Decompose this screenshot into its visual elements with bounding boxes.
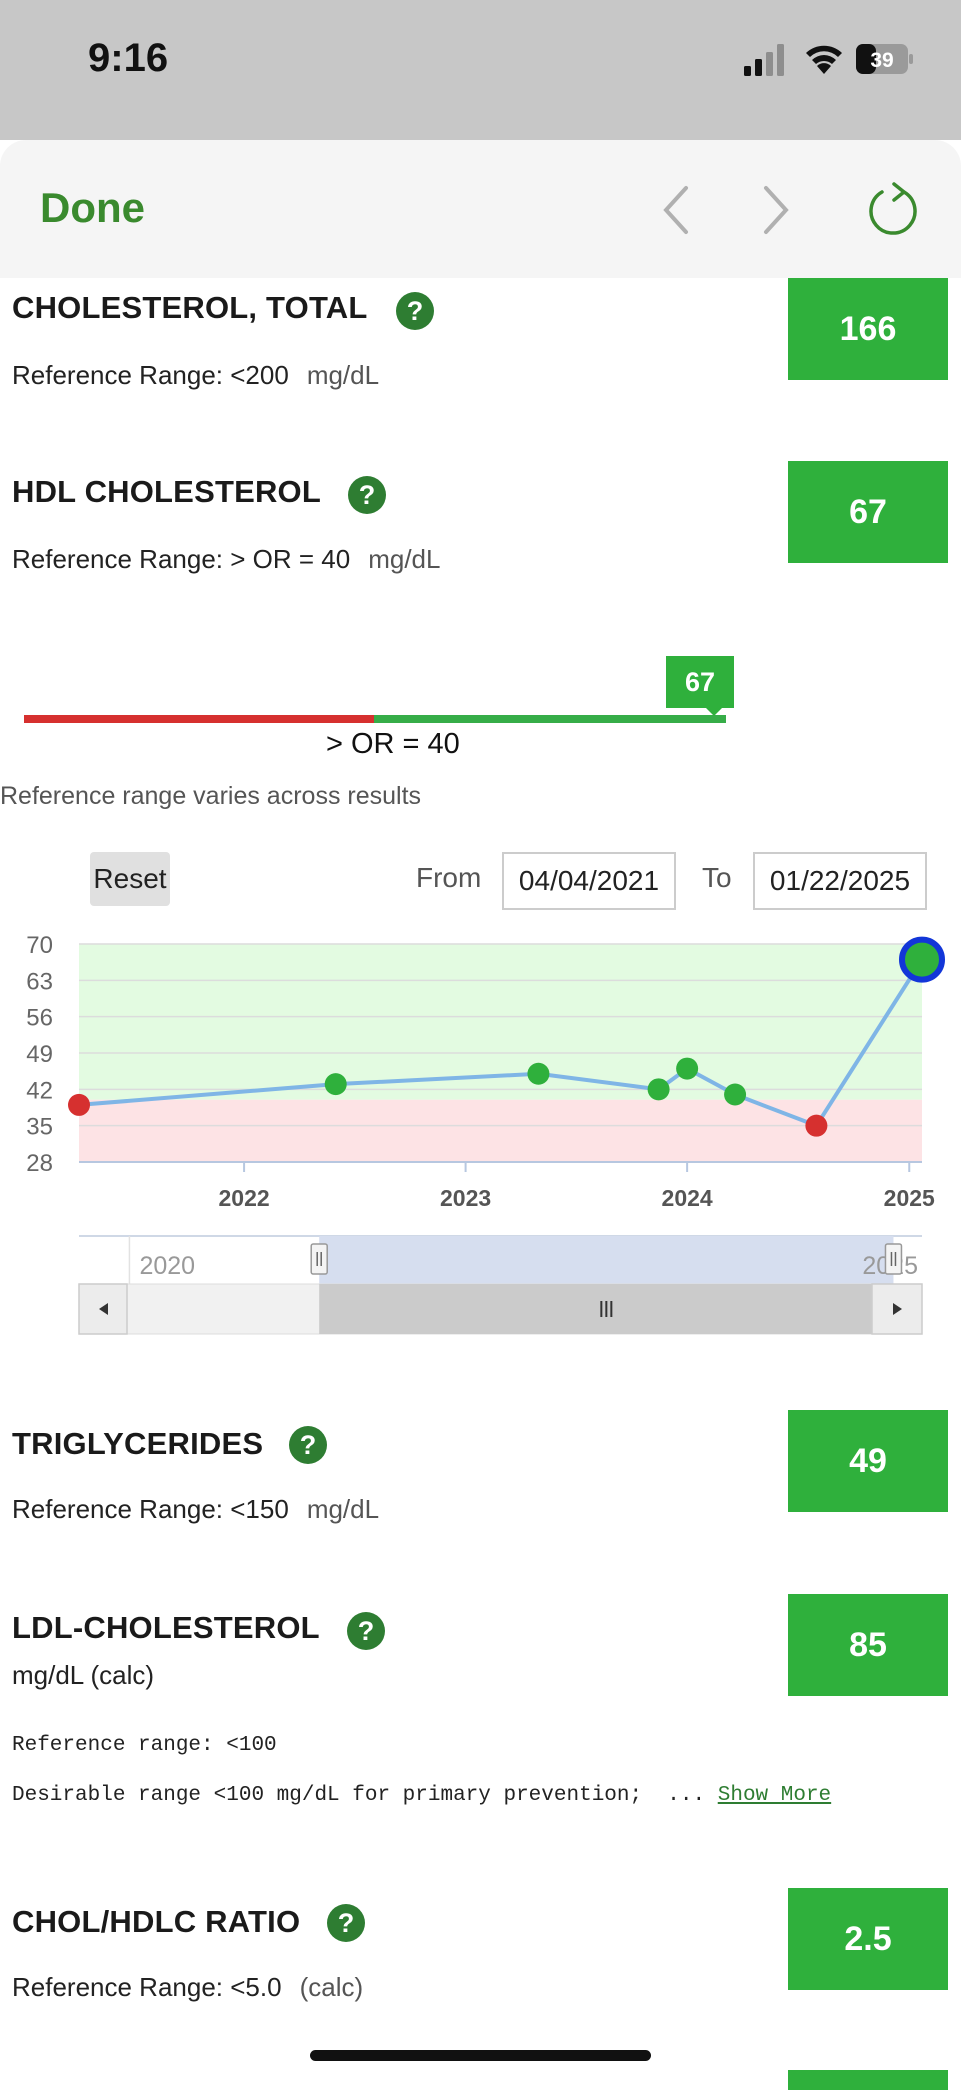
x-tick-label: 2024 (662, 1185, 713, 1211)
test-name-cholesterol-total: CHOLESTEROL, TOTAL (12, 290, 368, 325)
reference-range-ldl-cholesterol: Reference range: <100 (12, 1734, 277, 1757)
reference-range-chol-hdlc-ratio: Reference Range: <5.0 (calc) (12, 1972, 364, 2002)
navigator-selection (319, 1236, 894, 1284)
help-icon[interactable]: ? (348, 476, 386, 514)
test-name-chol-hdlc-ratio: CHOL/HDLC RATIO (12, 1904, 301, 1939)
unit-ldl-cholesterol: mg/dL (calc) (12, 1660, 155, 1690)
result-value-triglycerides: 49 (788, 1410, 948, 1512)
wifi-icon (806, 45, 842, 74)
data-point (805, 1114, 828, 1137)
status-time: 9:16 (88, 36, 169, 80)
help-icon[interactable]: ? (289, 1426, 327, 1464)
help-icon[interactable]: ? (396, 292, 434, 330)
forward-arrow-icon[interactable] (760, 184, 792, 236)
ldl-note: Desirable range <100 mg/dL for primary p… (12, 1784, 831, 1807)
next-result-value-box (788, 2070, 948, 2090)
reference-range-cholesterol-total: Reference Range: <200 mg/dL (12, 360, 380, 390)
range-bar-normal-segment (374, 715, 726, 723)
data-point-current (899, 936, 945, 983)
data-point (68, 1093, 90, 1116)
ldl-note-text: Desirable range <100 mg/dL for primary p… (12, 1784, 706, 1807)
x-tick-label: 2023 (440, 1185, 491, 1211)
battery-level: 39 (870, 49, 893, 72)
range-bar-marker-pointer (704, 706, 724, 716)
range-bar-low-segment (24, 715, 374, 723)
data-point (647, 1078, 670, 1101)
result-value-ldl-cholesterol: 85 (788, 1594, 948, 1696)
help-icon[interactable]: ? (347, 1612, 385, 1650)
test-name-triglycerides: TRIGLYCERIDES (12, 1426, 264, 1461)
result-value-chol-hdlc-ratio: 2.5 (788, 1888, 948, 1990)
y-tick-label: 42 (26, 1077, 53, 1104)
y-tick-label: 28 (26, 1150, 53, 1177)
reference-range-hdl-cholesterol: Reference Range: > OR = 40 mg/dL (12, 544, 441, 574)
navigator-handle-left (310, 1243, 328, 1275)
navigator-label: 2020 (139, 1252, 195, 1280)
back-arrow-icon[interactable] (660, 184, 692, 236)
range-bar-value-marker: 67 (666, 656, 734, 708)
to-label: To (702, 862, 732, 893)
x-tick-label: 2025 (884, 1185, 935, 1211)
home-indicator (310, 2050, 651, 2061)
y-tick-label: 35 (26, 1114, 53, 1141)
data-point (724, 1083, 747, 1106)
from-label: From (416, 862, 482, 893)
low-range-band (79, 1099, 922, 1162)
refresh-icon[interactable] (864, 180, 922, 238)
chart-plot-area: 70635649423528202220232024202520202025 (26, 932, 945, 1335)
help-icon[interactable]: ? (327, 1904, 365, 1942)
test-name-ldl-cholesterol: LDL-CHOLESTEROL (12, 1610, 320, 1645)
result-value-hdl-cholesterol: 67 (788, 461, 948, 563)
data-point (676, 1057, 699, 1080)
y-tick-label: 56 (26, 1005, 53, 1032)
navigator-handle-right (884, 1243, 903, 1275)
reference-range-note: Reference range varies across results (0, 782, 422, 810)
test-name-hdl-cholesterol: HDL CHOLESTEROL (12, 474, 321, 509)
to-date-input[interactable]: 01/22/2025 (753, 852, 927, 910)
from-date-input[interactable]: 04/04/2021 (502, 852, 676, 910)
result-value-cholesterol-total: 166 (788, 278, 948, 380)
data-point (324, 1073, 347, 1096)
battery-icon: 39 (856, 44, 913, 74)
x-tick-label: 2022 (218, 1185, 269, 1211)
y-tick-label: 49 (26, 1041, 53, 1068)
y-tick-label: 63 (26, 968, 53, 995)
show-more-link[interactable]: Show More (718, 1784, 831, 1807)
range-bar-threshold-label: > OR = 40 (326, 728, 460, 760)
reference-range-triglycerides: Reference Range: <150 mg/dL (12, 1494, 380, 1524)
reset-button[interactable]: Reset (90, 852, 170, 906)
data-point (527, 1062, 550, 1085)
cellular-signal-icon (744, 44, 784, 76)
done-button[interactable]: Done (40, 184, 145, 232)
hdl-trend-chart: 70635649423528202220232024202520202025 (26, 932, 945, 1335)
y-tick-label: 70 (26, 932, 53, 959)
navigation-bar: Done (0, 140, 961, 278)
